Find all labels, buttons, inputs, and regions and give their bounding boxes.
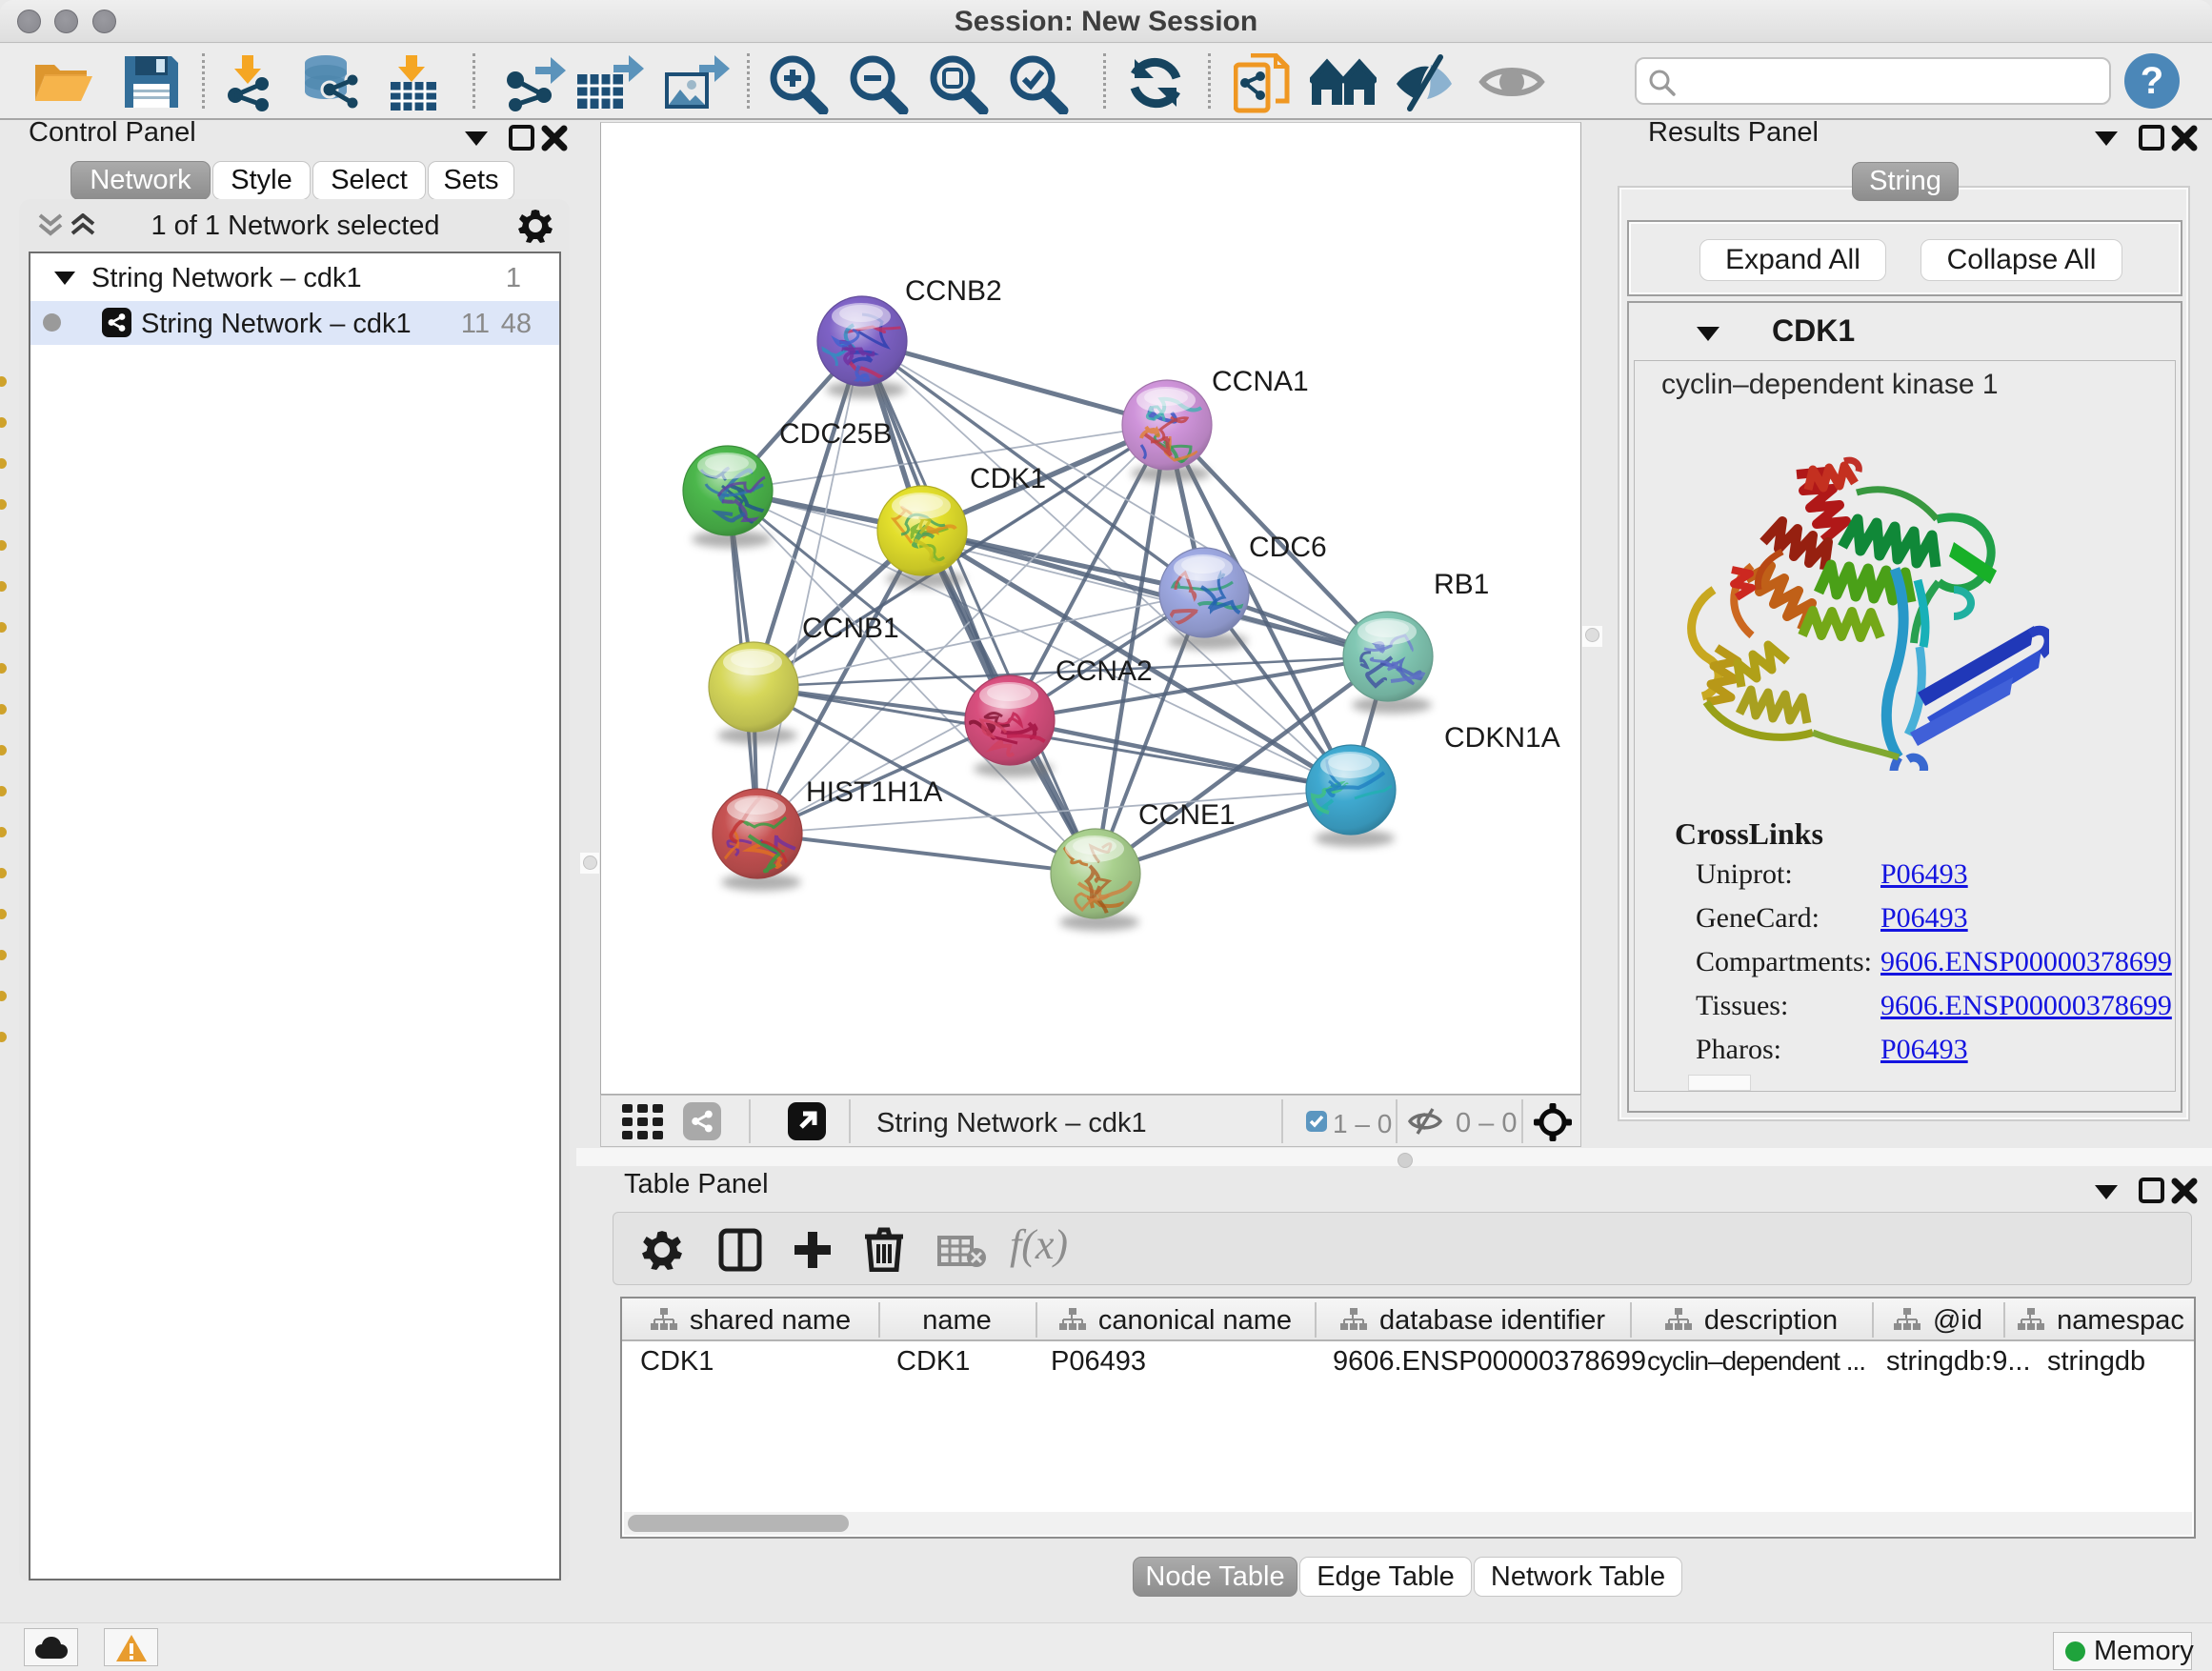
svg-text:CCNA1: CCNA1 — [1212, 366, 1309, 397]
svg-text:CCNE1: CCNE1 — [1138, 799, 1236, 831]
svg-text:CDKN1A: CDKN1A — [1444, 722, 1560, 754]
svg-text:CCNB2: CCNB2 — [905, 275, 1002, 307]
svg-text:CCNB1: CCNB1 — [802, 613, 899, 644]
svg-text:CDC25B: CDC25B — [779, 418, 892, 450]
svg-text:?: ? — [2141, 60, 2163, 102]
svg-text:CDK1: CDK1 — [970, 463, 1046, 494]
svg-text:HIST1H1A: HIST1H1A — [806, 776, 942, 808]
svg-text:CCNA2: CCNA2 — [1056, 655, 1153, 687]
svg-text:CDC6: CDC6 — [1249, 532, 1327, 563]
svg-text:RB1: RB1 — [1434, 569, 1489, 600]
